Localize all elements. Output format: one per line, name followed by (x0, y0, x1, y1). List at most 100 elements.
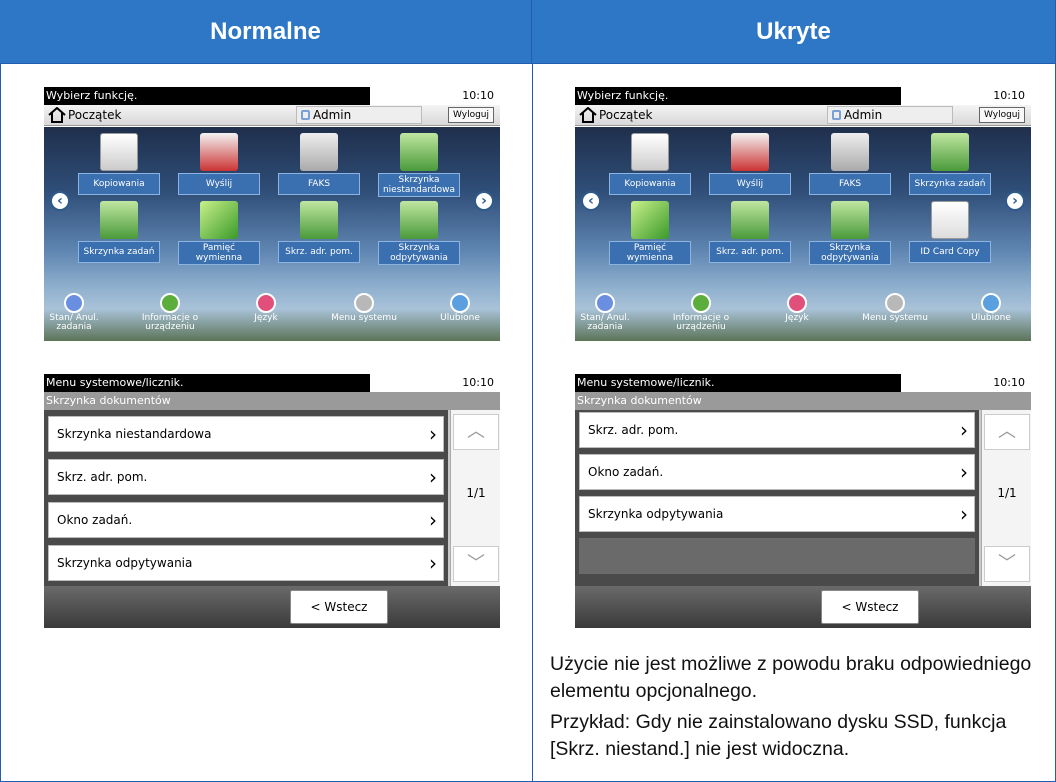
box-icon (300, 201, 338, 239)
user-name: Admin (844, 108, 883, 122)
scroll-up-button[interactable]: ︿ (984, 414, 1030, 450)
user-indicator: Admin (296, 106, 422, 124)
tile-id-card-copy[interactable]: ID Card Copy (909, 201, 991, 263)
tile-removable-memory[interactable]: Pamięć wymienna (178, 201, 260, 265)
list-item[interactable]: Skrz. adr. pom. › (48, 459, 444, 495)
back-button[interactable]: < Wstecz (821, 590, 919, 624)
tile-copy[interactable]: Kopiowania (78, 133, 160, 195)
tile-label: Skrzynka zadań (78, 241, 160, 263)
dock-language[interactable]: Język (228, 293, 304, 323)
back-button[interactable]: < Wstecz (290, 590, 388, 624)
screen-title: Wybierz funkcję. (44, 87, 370, 105)
tile-copy[interactable]: Kopiowania (609, 133, 691, 195)
dock-status[interactable]: Stan/ Anul. zadania (575, 293, 643, 332)
list-item[interactable]: Skrz. adr. pom. › (579, 412, 975, 448)
tile-label: Pamięć wymienna (178, 241, 260, 265)
dock-label: Menu systemu (862, 313, 928, 323)
tile-label: ID Card Copy (909, 241, 991, 263)
tile-job-box[interactable]: Skrzynka zadań (909, 133, 991, 195)
logout-button[interactable]: Wyloguj (979, 107, 1025, 123)
fax-icon (300, 133, 338, 171)
scroll-down-button[interactable]: ﹀ (453, 546, 499, 582)
note-example: Przykład: Gdy nie zainstalowano dysku SS… (550, 711, 1007, 760)
logout-button[interactable]: Wyloguj (448, 107, 494, 123)
id-card-icon (931, 201, 969, 239)
tile-custom-box[interactable]: Skrzynka niestandardowa (378, 133, 460, 197)
clock: 10:10 (993, 89, 1025, 102)
send-icon (200, 133, 238, 171)
empty-list-slot (579, 538, 975, 574)
list-item[interactable]: Okno zadań. › (48, 502, 444, 538)
list-item[interactable]: Skrzynka niestandardowa › (48, 416, 444, 452)
screen-subtitle: Skrzynka dokumentów (575, 392, 1031, 410)
star-icon (450, 293, 470, 313)
tile-label: Skrz. adr. pom. (278, 241, 360, 263)
tile-label: Skrz. adr. pom. (709, 241, 791, 263)
tile-send[interactable]: Wyślij (178, 133, 260, 195)
list-item-label: Okno zadań. (588, 465, 664, 479)
dock-label: Informacje o urządzeniu (672, 313, 730, 332)
lock-icon (301, 110, 310, 120)
tile-label: Skrzynka niestandardowa (378, 173, 460, 197)
prev-page-button[interactable]: ‹ (581, 191, 601, 211)
next-page-button[interactable]: › (1005, 191, 1025, 211)
dock-favorites[interactable]: Ulubione (422, 293, 498, 323)
tile-label: Skrzynka zadań (909, 173, 991, 195)
tile-label: Kopiowania (78, 173, 160, 195)
tile-label: FAKS (809, 173, 891, 195)
screen-title: Menu systemowe/licznik. (575, 374, 901, 392)
tile-fax[interactable]: FAKS (809, 133, 891, 195)
home-button[interactable]: Początek (579, 106, 652, 124)
chevron-right-icon: › (960, 502, 968, 526)
system-menu-icon (354, 293, 374, 313)
next-page-button[interactable]: › (474, 191, 494, 211)
box-icon (931, 133, 969, 171)
usb-icon (631, 201, 669, 239)
tile-job-box[interactable]: Skrzynka zadań (78, 201, 160, 263)
dock-favorites[interactable]: Ulubione (953, 293, 1029, 323)
list-item-label: Okno zadań. (57, 513, 133, 527)
list-item[interactable]: Okno zadań. › (579, 454, 975, 490)
language-icon (787, 293, 807, 313)
tile-send[interactable]: Wyślij (709, 133, 791, 195)
home-label: Początek (68, 108, 122, 122)
tile-label: Pamięć wymienna (609, 241, 691, 265)
tile-subaddress-box[interactable]: Skrz. adr. pom. (278, 201, 360, 263)
tile-removable-memory[interactable]: Pamięć wymienna (609, 201, 691, 265)
screen-subtitle: Skrzynka dokumentów (44, 392, 500, 410)
document-box-list: Skrz. adr. pom. › Okno zadań. › Skrzynka o… (575, 410, 979, 586)
dock-language[interactable]: Język (759, 293, 835, 323)
scroll-down-button[interactable]: ﹀ (984, 546, 1030, 582)
chevron-right-icon: › (429, 551, 437, 575)
note-unavailable: Użycie nie jest możliwe z powodu braku o… (550, 653, 1032, 702)
dock-system-menu[interactable]: Menu systemu (326, 293, 402, 323)
tile-polling-box[interactable]: Skrzynka odpytywania (809, 201, 891, 265)
tile-polling-box[interactable]: Skrzynka odpytywania (378, 201, 460, 265)
tile-label: Kopiowania (609, 173, 691, 195)
home-icon (579, 107, 597, 123)
menu-screen-normal: Menu systemowe/licznik. 10:10 Skrzynka do… (44, 374, 500, 628)
dock-system-menu[interactable]: Menu systemu (857, 293, 933, 323)
box-icon (831, 201, 869, 239)
tile-subaddress-box[interactable]: Skrz. adr. pom. (709, 201, 791, 263)
prev-page-button[interactable]: ‹ (50, 191, 70, 211)
scrollbar: ︿ 1/1 ﹀ (450, 410, 500, 586)
dock-device-info[interactable]: Informacje o urządzeniu (132, 293, 208, 332)
dock-label: Informacje o urządzeniu (141, 313, 199, 332)
scroll-up-button[interactable]: ︿ (453, 414, 499, 450)
system-menu-icon (885, 293, 905, 313)
home-button[interactable]: Początek (48, 106, 121, 124)
list-item[interactable]: Skrzynka odpytywania › (48, 545, 444, 581)
dock-label: Ulubione (971, 313, 1011, 323)
tile-fax[interactable]: FAKS (278, 133, 360, 195)
chevron-right-icon: › (960, 418, 968, 442)
header-hidden: Ukryte (532, 0, 1055, 64)
list-item[interactable]: Skrzynka odpytywania › (579, 496, 975, 532)
box-icon (400, 133, 438, 171)
clock: 10:10 (462, 89, 494, 102)
user-name: Admin (313, 108, 352, 122)
copy-icon (631, 133, 669, 171)
dock-device-info[interactable]: Informacje o urządzeniu (663, 293, 739, 332)
chevron-right-icon: › (960, 460, 968, 484)
dock-status[interactable]: Stan/ Anul. zadania (44, 293, 112, 332)
